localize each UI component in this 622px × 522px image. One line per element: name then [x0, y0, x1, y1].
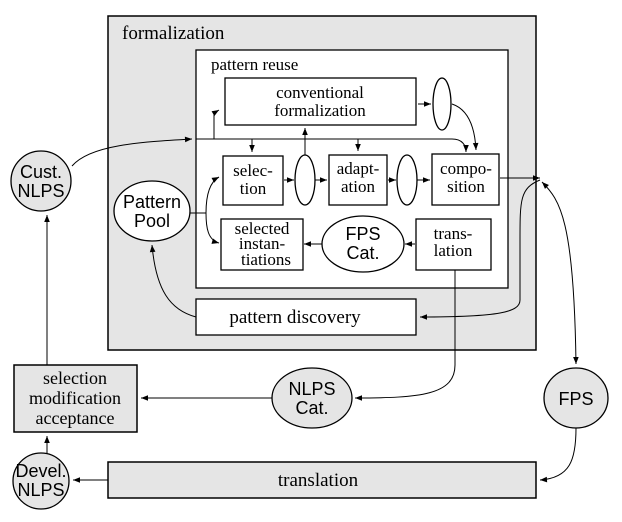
label-text: selection [43, 368, 107, 388]
label-text: Pool [134, 211, 170, 231]
formalization-diagram: formalization pattern reuse conventional… [10, 15, 609, 510]
label-text: FPS [558, 389, 593, 409]
label-text: pattern discovery [229, 307, 361, 328]
intermediate-ellipse-2 [396, 154, 418, 206]
adaptation-box: adapt- ation [328, 154, 388, 206]
translation-bottom-box: translation [107, 461, 537, 499]
selection-modification-acceptance-box: selection modification acceptance [13, 364, 138, 433]
label-text: conventional [276, 83, 364, 102]
label-text: Cust. [20, 162, 62, 182]
label-text: acceptance [36, 408, 115, 428]
label-text: NLPS [17, 480, 64, 500]
intermediate-ellipse-conv [432, 77, 452, 131]
label-text: adapt- [337, 159, 380, 178]
label-text: Devel. [15, 461, 66, 481]
fps-catalog-ellipse: FPS Cat. [321, 215, 405, 273]
conventional-formalization-box: conventional formalization [224, 77, 417, 126]
label-text: Cat. [346, 243, 379, 263]
nlps-catalog-ellipse: NLPS Cat. [271, 367, 353, 429]
label-text: translation [278, 470, 359, 491]
label-text: NLPS [17, 181, 64, 201]
label-text: lation [434, 241, 473, 260]
label-text: compo- [440, 159, 492, 178]
label-text: ation [341, 177, 375, 196]
pattern-pool-ellipse: Pattern Pool [113, 180, 191, 242]
label-text: modification [29, 388, 121, 408]
arrow-composition-fps [541, 181, 579, 365]
fps-ellipse: FPS [543, 367, 609, 429]
label-text: tion [240, 179, 267, 198]
label-text: Pattern [123, 192, 181, 212]
intermediate-ellipse-1 [294, 154, 316, 206]
developer-nlps-ellipse: Devel. NLPS [12, 452, 70, 510]
label-text: NLPS [288, 379, 335, 399]
composition-box: compo- sition [431, 153, 500, 206]
formalization-label: formalization [122, 23, 225, 44]
label-text: FPS [345, 224, 380, 244]
label-text: Cat. [295, 398, 328, 418]
customer-nlps-ellipse: Cust. NLPS [10, 150, 72, 212]
label-text: selec- [233, 161, 273, 180]
label-text: sition [447, 177, 485, 196]
label-text: tiations [241, 250, 291, 269]
pattern-reuse-label: pattern reuse [211, 55, 298, 74]
selection-box: selec- tion [222, 155, 284, 206]
selected-instantiations-box: selected instan- tiations [220, 218, 304, 271]
translation-inner-box: trans- lation [415, 218, 492, 271]
label-text: formalization [274, 101, 366, 120]
pattern-discovery-box: pattern discovery [195, 298, 417, 336]
arrow-fps-to-translation [539, 427, 577, 483]
